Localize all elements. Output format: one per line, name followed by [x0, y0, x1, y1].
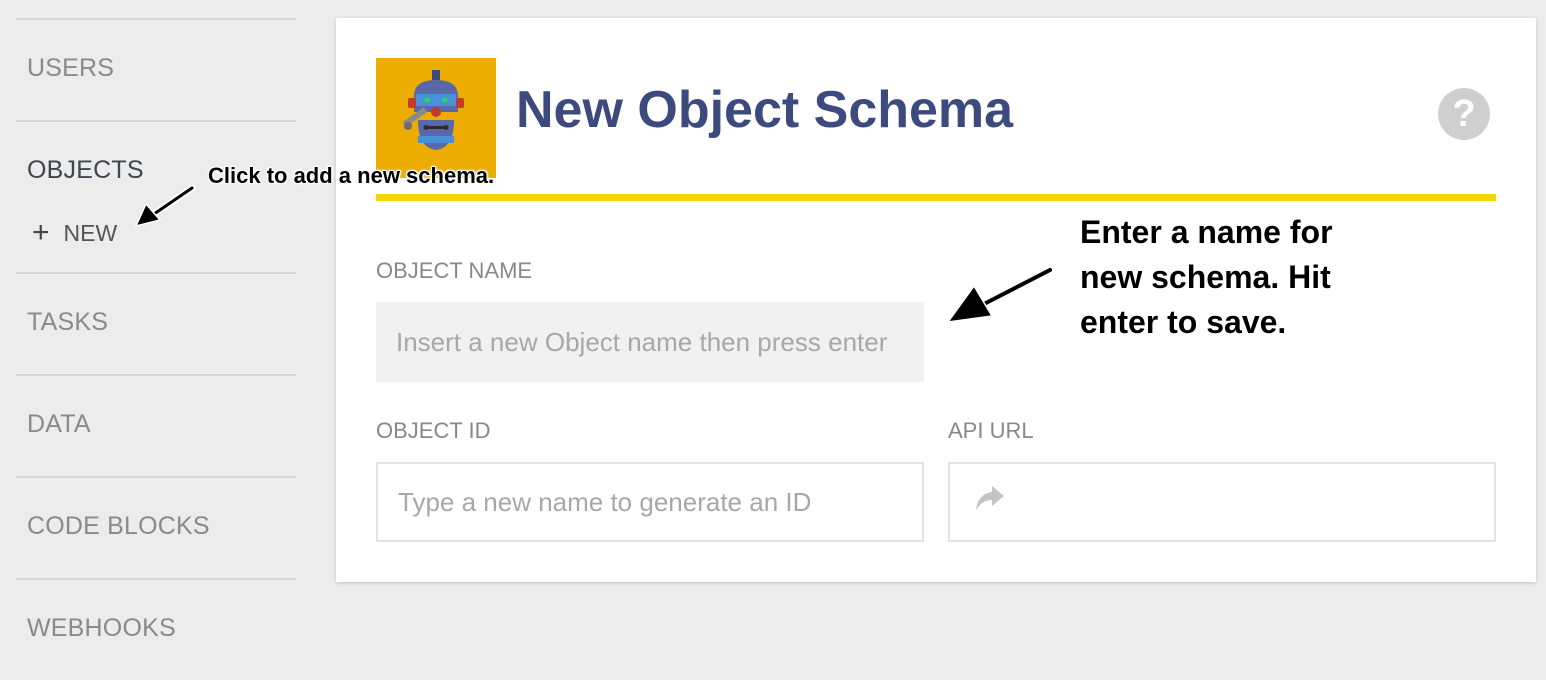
sidebar-item-users[interactable]: USERS	[27, 54, 114, 83]
robot-icon	[402, 70, 464, 150]
hint-arrow-new	[134, 184, 196, 228]
object-id-input[interactable]	[376, 462, 924, 542]
sidebar-item-tasks[interactable]: TASKS	[27, 308, 108, 337]
sidebar-divider	[16, 272, 296, 274]
sidebar-divider	[16, 120, 296, 122]
sidebar-item-objects[interactable]: OBJECTS	[27, 156, 144, 185]
sidebar-item-webhooks[interactable]: WEBHOOKS	[27, 614, 176, 643]
sidebar-divider	[16, 374, 296, 376]
sidebar-divider	[16, 476, 296, 478]
title-underline	[376, 194, 1496, 201]
sidebar-item-data[interactable]: DATA	[27, 410, 91, 439]
sidebar-divider	[16, 578, 296, 580]
help-icon[interactable]: ?	[1438, 88, 1490, 140]
object-id-label: OBJECT ID	[376, 418, 491, 443]
page-title: New Object Schema	[516, 81, 1014, 139]
sidebar-item-code-blocks[interactable]: CODE BLOCKS	[27, 512, 210, 541]
sidebar-item-new-object[interactable]: + NEW	[32, 218, 117, 248]
api-url-field[interactable]	[948, 462, 1496, 542]
object-name-label: OBJECT NAME	[376, 258, 533, 283]
api-url-label: API URL	[948, 418, 1034, 443]
sidebar: USERS OBJECTS + NEW TASKS DATA CODE BLOC…	[16, 0, 296, 680]
robot-logo	[376, 58, 496, 178]
new-object-label: NEW	[63, 219, 118, 246]
share-arrow-icon	[976, 486, 1004, 510]
new-schema-hint: Click to add a new schema.	[208, 163, 495, 188]
sidebar-divider	[16, 18, 296, 20]
object-name-input[interactable]	[376, 302, 924, 382]
object-name-hint: Enter a name for new schema. Hit enter t…	[1080, 214, 1333, 340]
plus-icon: +	[32, 216, 50, 249]
hint-arrow-name	[946, 266, 1054, 323]
